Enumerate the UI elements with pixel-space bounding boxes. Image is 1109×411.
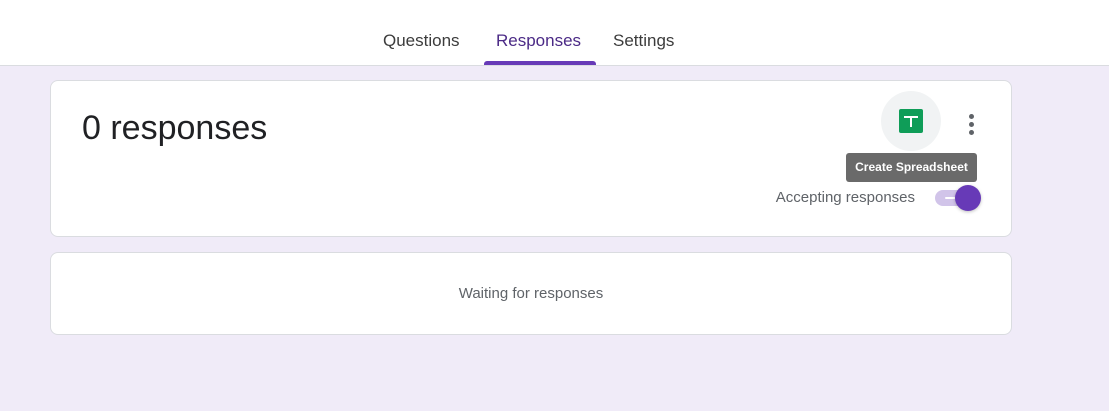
more-options-button[interactable] bbox=[956, 109, 986, 139]
google-sheets-icon bbox=[899, 109, 923, 133]
toggle-thumb bbox=[955, 185, 981, 211]
create-spreadsheet-button[interactable] bbox=[881, 91, 941, 151]
accepting-responses-label: Accepting responses bbox=[775, 189, 915, 206]
waiting-message: Waiting for responses bbox=[458, 285, 604, 302]
accepting-responses-toggle[interactable] bbox=[935, 184, 983, 211]
active-tab-indicator bbox=[484, 61, 596, 65]
form-tabs-bar: Questions Responses Settings bbox=[0, 0, 1109, 66]
more-vert-icon-dot bbox=[969, 122, 974, 127]
create-spreadsheet-tooltip: Create Spreadsheet bbox=[846, 153, 977, 182]
responses-summary-card: 0 responses Create Spreadsheet Accepting… bbox=[50, 80, 1012, 237]
tab-responses[interactable]: Responses bbox=[496, 31, 581, 51]
response-count: 0 responses bbox=[82, 109, 268, 147]
more-vert-icon-dot bbox=[969, 130, 974, 135]
tab-settings[interactable]: Settings bbox=[613, 31, 674, 51]
tab-questions[interactable]: Questions bbox=[383, 31, 460, 51]
empty-responses-card: Waiting for responses bbox=[50, 252, 1012, 335]
more-vert-icon bbox=[969, 114, 974, 119]
